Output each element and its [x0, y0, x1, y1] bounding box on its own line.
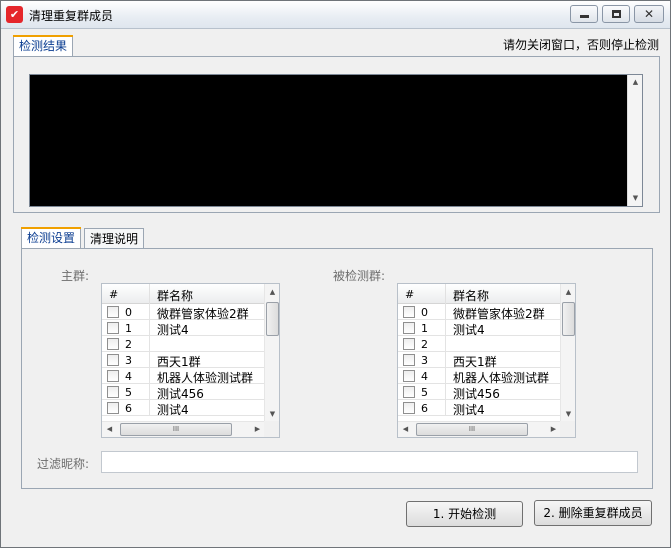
- row-checkbox[interactable]: [403, 386, 415, 398]
- detection-settings-panel: 主群: 被检测群: # 群名称 0 微群管家体验2群 1 测试4 2 3 西天1群 4 机器人体…: [21, 248, 653, 489]
- grid-horizontal-scrollbar[interactable]: ◀ III ▶: [398, 421, 561, 437]
- column-header-name: 群名称: [157, 289, 194, 303]
- checked-group-grid[interactable]: # 群名称 0 微群管家体验2群 1 测试4 2 3 西天1群 4 机器人体验测试群 5 测试456…: [397, 283, 576, 438]
- row-checkbox[interactable]: [107, 386, 119, 398]
- row-index: 3: [125, 354, 132, 367]
- scroll-thumb-grip[interactable]: III: [120, 423, 232, 436]
- table-row[interactable]: 5 测试456: [102, 384, 265, 401]
- grid-horizontal-scrollbar[interactable]: ◀ III ▶: [102, 421, 265, 437]
- column-header-num: #: [109, 288, 119, 301]
- scroll-left-icon[interactable]: ◀: [398, 422, 413, 437]
- scroll-left-icon[interactable]: ◀: [102, 422, 117, 437]
- minimize-button[interactable]: [570, 5, 598, 23]
- checked-group-label: 被检测群:: [333, 269, 386, 283]
- scroll-up-icon[interactable]: ▲: [561, 285, 575, 300]
- detection-log[interactable]: ▲ ▼: [29, 74, 643, 207]
- grid-vertical-scrollbar[interactable]: ▲ ▼: [264, 284, 279, 422]
- detection-result-panel: ▲ ▼: [13, 56, 660, 213]
- scroll-down-icon[interactable]: ▼: [265, 407, 279, 422]
- row-index: 3: [421, 354, 428, 367]
- row-index: 4: [125, 370, 132, 383]
- row-checkbox[interactable]: [107, 402, 119, 414]
- scroll-up-icon[interactable]: ▲: [265, 285, 279, 300]
- maximize-button[interactable]: [602, 5, 630, 23]
- table-row[interactable]: 2: [398, 336, 561, 352]
- row-index: 5: [125, 386, 132, 399]
- row-checkbox[interactable]: [107, 306, 119, 318]
- scroll-thumb-grip[interactable]: III: [416, 423, 528, 436]
- close-button[interactable]: ✕: [634, 5, 664, 23]
- tab-detection-result[interactable]: 检测结果: [13, 35, 74, 57]
- filter-nickname-label: 过滤昵称:: [37, 457, 90, 471]
- row-index: 2: [421, 338, 428, 351]
- table-row[interactable]: 6 测试4: [102, 400, 265, 417]
- table-row[interactable]: 2: [102, 336, 265, 352]
- row-checkbox[interactable]: [403, 306, 415, 318]
- row-checkbox[interactable]: [107, 338, 119, 350]
- row-index: 2: [125, 338, 132, 351]
- main-group-label: 主群:: [61, 269, 90, 283]
- log-scrollbar[interactable]: ▲ ▼: [627, 75, 642, 206]
- row-checkbox[interactable]: [107, 370, 119, 382]
- row-checkbox[interactable]: [107, 322, 119, 334]
- grid-body: 0 微群管家体验2群 1 测试4 2 3 西天1群 4 机器人体验测试群 5 测试456 6 测试4: [398, 304, 561, 422]
- close-icon: ✕: [643, 7, 655, 21]
- main-window: ✔ 清理重复群成员 ✕ 检测结果 请勿关闭窗口，否则停止检测 ▲ ▼ 检测设置 …: [0, 0, 671, 548]
- row-checkbox[interactable]: [403, 322, 415, 334]
- table-row[interactable]: 3 西天1群: [398, 352, 561, 369]
- grid-header: # 群名称: [398, 284, 561, 304]
- maximize-icon: [611, 10, 621, 18]
- table-row[interactable]: 6 测试4: [398, 400, 561, 417]
- column-header-name: 群名称: [453, 289, 490, 303]
- table-row[interactable]: 1 测试4: [398, 320, 561, 337]
- scroll-right-icon[interactable]: ▶: [250, 422, 265, 437]
- filter-nickname-input[interactable]: [101, 451, 638, 473]
- column-header-num: #: [405, 288, 415, 301]
- row-index: 6: [421, 402, 428, 415]
- row-checkbox[interactable]: [403, 338, 415, 350]
- delete-duplicate-members-button[interactable]: 2. 删除重复群成员: [534, 500, 652, 526]
- app-logo-icon: ✔: [6, 6, 23, 23]
- row-index: 5: [421, 386, 428, 399]
- row-index: 6: [125, 402, 132, 415]
- table-row[interactable]: 3 西天1群: [102, 352, 265, 369]
- row-index: 0: [125, 306, 132, 319]
- scroll-thumb[interactable]: [266, 302, 279, 336]
- warning-hint: 请勿关闭窗口，否则停止检测: [502, 38, 659, 52]
- table-row[interactable]: 0 微群管家体验2群: [398, 304, 561, 321]
- row-checkbox[interactable]: [403, 402, 415, 414]
- table-row[interactable]: 4 机器人体验测试群: [398, 368, 561, 385]
- row-index: 4: [421, 370, 428, 383]
- start-detection-button[interactable]: 1. 开始检测: [406, 501, 523, 527]
- row-group-name: 测试4: [157, 403, 189, 417]
- row-index: 1: [421, 322, 428, 335]
- table-row[interactable]: 1 测试4: [102, 320, 265, 337]
- tab-detection-settings[interactable]: 检测设置: [21, 227, 82, 249]
- grid-vertical-scrollbar[interactable]: ▲ ▼: [560, 284, 575, 422]
- scroll-up-icon[interactable]: ▲: [628, 75, 643, 90]
- tab-cleanup-instructions[interactable]: 清理说明: [84, 228, 145, 249]
- grid-body: 0 微群管家体验2群 1 测试4 2 3 西天1群 4 机器人体验测试群 5 测试456 6 测试4: [102, 304, 265, 422]
- scroll-down-icon[interactable]: ▼: [628, 191, 643, 206]
- row-checkbox[interactable]: [403, 370, 415, 382]
- table-row[interactable]: 0 微群管家体验2群: [102, 304, 265, 321]
- table-row[interactable]: 4 机器人体验测试群: [102, 368, 265, 385]
- scroll-down-icon[interactable]: ▼: [561, 407, 575, 422]
- minimize-icon: [579, 15, 589, 18]
- main-group-grid[interactable]: # 群名称 0 微群管家体验2群 1 测试4 2 3 西天1群 4 机器人体验测试群 5 测试456…: [101, 283, 280, 438]
- scroll-thumb[interactable]: [562, 302, 575, 336]
- scroll-right-icon[interactable]: ▶: [546, 422, 561, 437]
- window-title: 清理重复群成员: [29, 9, 114, 23]
- grid-header: # 群名称: [102, 284, 265, 304]
- title-bar[interactable]: ✔ 清理重复群成员 ✕: [1, 1, 670, 29]
- row-index: 0: [421, 306, 428, 319]
- row-checkbox[interactable]: [107, 354, 119, 366]
- row-checkbox[interactable]: [403, 354, 415, 366]
- table-row[interactable]: 5 测试456: [398, 384, 561, 401]
- row-index: 1: [125, 322, 132, 335]
- row-group-name: 测试4: [453, 403, 485, 417]
